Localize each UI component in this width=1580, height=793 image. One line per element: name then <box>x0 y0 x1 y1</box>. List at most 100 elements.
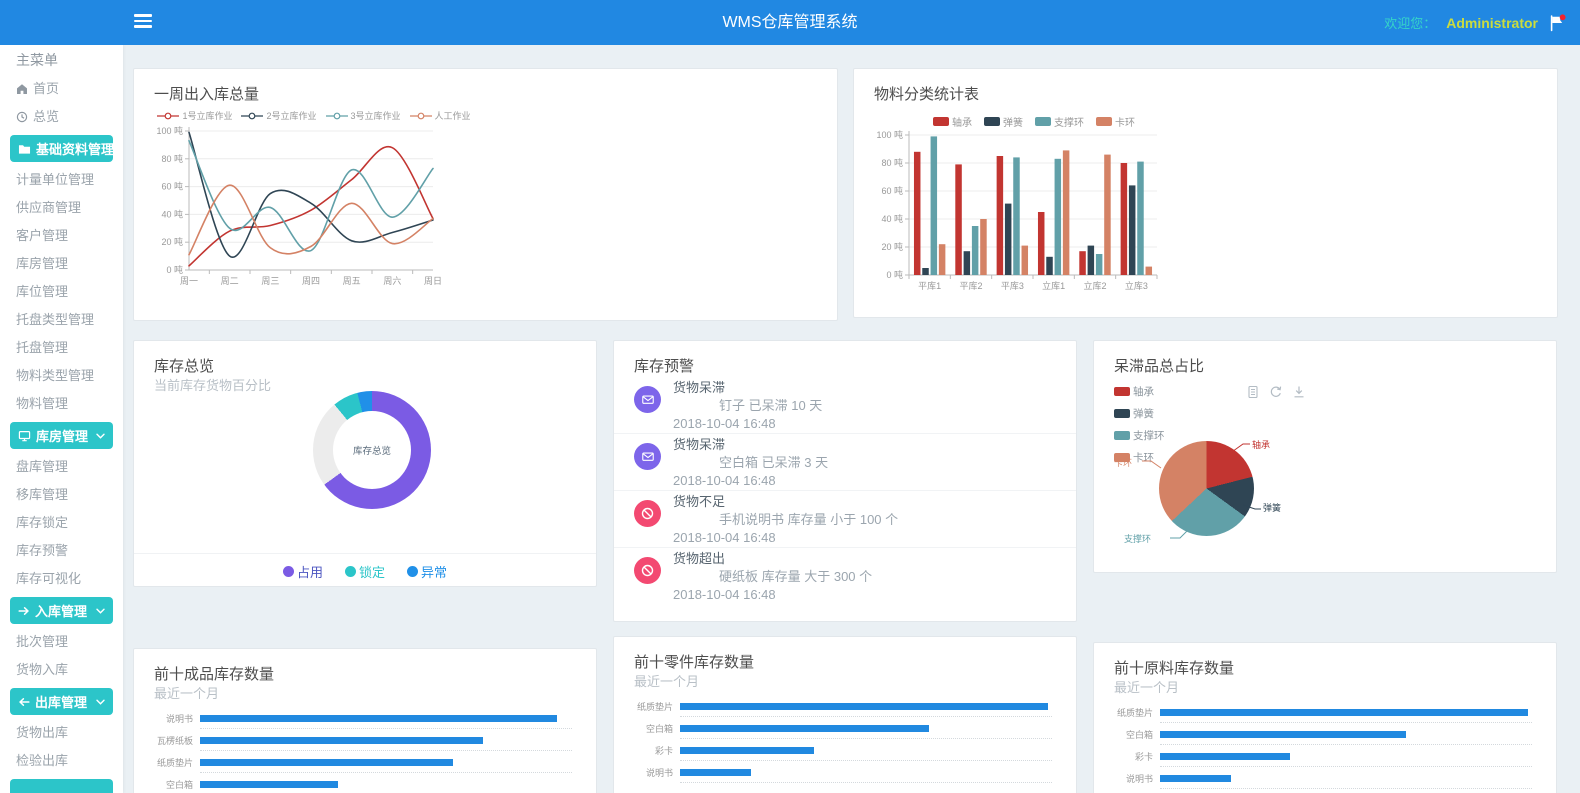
hbar-row-说明书: 说明书 <box>624 761 1076 783</box>
hbar-bar <box>680 703 1048 710</box>
notification-flag-icon[interactable] <box>1548 14 1566 32</box>
legend-label: 锁定 <box>359 562 385 581</box>
hbar-row-说明书: 说明书 <box>144 707 596 729</box>
hbar-row-彩卡: 彩卡 <box>624 739 1076 761</box>
svg-text:周二: 周二 <box>221 276 239 286</box>
material-stats-bar-chart: 0 吨20 吨40 吨60 吨80 吨100 吨平库1平库2平库3立库1立库2立… <box>869 127 1209 312</box>
download-icon[interactable] <box>1292 385 1306 399</box>
envelope-icon <box>634 386 661 413</box>
sidebar-item-托盘类型管理[interactable]: 托盘类型管理 <box>0 306 123 334</box>
card-subtitle: 最近一个月 <box>634 671 699 690</box>
hbar-label: 说明书 <box>144 712 200 725</box>
sidebar-item-托盘管理[interactable]: 托盘管理 <box>0 334 123 362</box>
svg-text:60 吨: 60 吨 <box>161 181 183 192</box>
sidebar-section-title: 库房管理 <box>36 426 88 445</box>
hbar-bar <box>1160 753 1290 760</box>
bar-marker-icon <box>1035 117 1051 126</box>
sidebar-item-库存预警[interactable]: 库存预警 <box>0 537 123 565</box>
sidebar-section-入库管理[interactable]: 入库管理 <box>10 597 113 624</box>
restore-icon[interactable] <box>1269 385 1283 399</box>
page-title: WMS仓库管理系统 <box>0 0 1580 45</box>
sidebar-section-出库管理[interactable]: 出库管理 <box>10 688 113 715</box>
sidebar-menu: 主菜单首页总览基础资料管理计量单位管理供应商管理客户管理库房管理库位管理托盘类型… <box>0 45 123 793</box>
donut-legend: 占用 锁定 异常 <box>134 562 596 581</box>
sidebar-section-title: 入库管理 <box>35 601 87 620</box>
alert-timestamp: 2018-10-04 16:48 <box>673 415 1076 433</box>
arrow-right-icon <box>18 605 30 617</box>
sidebar-item-库位管理[interactable]: 库位管理 <box>0 278 123 306</box>
sidebar-item-label: 物料类型管理 <box>16 362 94 390</box>
sidebar-item-label: 供应商管理 <box>16 194 81 222</box>
svg-text:40 吨: 40 吨 <box>881 213 903 224</box>
stagnant-pie-chart <box>1159 441 1254 536</box>
hbar-label: 瓦楞纸板 <box>144 734 200 747</box>
sidebar-item-计量单位管理[interactable]: 计量单位管理 <box>0 166 123 194</box>
sidebar-item-库房管理[interactable]: 库房管理 <box>0 250 123 278</box>
hbar-label: 说明书 <box>1104 772 1160 785</box>
sidebar-item-label: 库存锁定 <box>16 509 68 537</box>
card-top-raw: 前十原料库存数量 最近一个月 纸质垫片空白箱彩卡说明书 <box>1093 642 1557 793</box>
svg-text:周六: 周六 <box>383 275 401 286</box>
sidebar-item-货物入库[interactable]: 货物入库 <box>0 656 123 684</box>
alert-body: 货物呆滞空白箱 已呆滞 3 天2018-10-04 16:48 <box>673 434 1076 490</box>
sidebar-item-label: 库存预警 <box>16 537 68 565</box>
sidebar-section-基础资料管理[interactable]: 基础资料管理 <box>10 135 113 162</box>
sidebar-item-首页[interactable]: 首页 <box>0 75 123 103</box>
hbar-row-瓦楞纸板: 瓦楞纸板 <box>144 729 596 751</box>
sidebar-item-盘库管理[interactable]: 盘库管理 <box>0 453 123 481</box>
sidebar-section-title: 出库管理 <box>35 692 87 711</box>
sidebar-item-label: 托盘类型管理 <box>16 306 94 334</box>
sidebar-section-partial[interactable] <box>10 779 113 793</box>
ban-icon <box>634 500 661 527</box>
ban-icon <box>634 557 661 584</box>
legend-item-占用[interactable]: 占用 <box>283 562 323 581</box>
username[interactable]: Administrator <box>1446 15 1538 31</box>
pie-legend: 轴承弹簧支撑环卡环 <box>1114 384 1165 465</box>
card-title: 前十零件库存数量 <box>634 651 754 672</box>
sidebar-item-移库管理[interactable]: 移库管理 <box>0 481 123 509</box>
sidebar-item-库存锁定[interactable]: 库存锁定 <box>0 509 123 537</box>
card-inventory-overview: 库存总览 当前库存货物百分比 库存总览 占用锁定异常 <box>133 340 597 587</box>
alert-list: 货物呆滞钉子 已呆滞 10 天2018-10-04 16:48货物呆滞空白箱 已… <box>614 377 1076 605</box>
card-title: 前十原料库存数量 <box>1114 657 1234 678</box>
welcome-label: 欢迎您： <box>1384 13 1436 32</box>
legend-dot <box>345 566 356 577</box>
hbar-bar <box>680 725 929 732</box>
hbar-track <box>680 761 1052 783</box>
sidebar-item-总览[interactable]: 总览 <box>0 103 123 131</box>
sidebar-item-label: 物料管理 <box>16 390 68 418</box>
legend-dot <box>407 566 418 577</box>
sidebar-item-客户管理[interactable]: 客户管理 <box>0 222 123 250</box>
divider <box>134 553 596 554</box>
legend-label: 占用 <box>297 562 323 581</box>
legend-item-轴承[interactable]: 轴承 <box>1114 384 1165 399</box>
svg-text:立库2: 立库2 <box>1083 280 1106 291</box>
legend-item-弹簧[interactable]: 弹簧 <box>1114 406 1165 421</box>
hbar-label: 纸质垫片 <box>144 756 200 769</box>
svg-text:平库3: 平库3 <box>1001 280 1024 291</box>
hbar-track <box>1160 723 1532 745</box>
sidebar-item-批次管理[interactable]: 批次管理 <box>0 628 123 656</box>
sidebar-item-检验出库[interactable]: 检验出库 <box>0 747 123 775</box>
sidebar-item-物料类型管理[interactable]: 物料类型管理 <box>0 362 123 390</box>
sidebar-item-货物出库[interactable]: 货物出库 <box>0 719 123 747</box>
card-title: 库存预警 <box>634 355 694 376</box>
hbar-row-空白箱: 空白箱 <box>1104 723 1556 745</box>
alert-detail: 手机说明书 库存量 小于 100 个 <box>673 511 1076 529</box>
data-view-icon[interactable] <box>1246 385 1260 399</box>
sidebar-item-label: 盘库管理 <box>16 453 68 481</box>
hbar-track <box>1160 701 1532 723</box>
legend-item-异常[interactable]: 异常 <box>407 562 447 581</box>
legend-dot <box>283 566 294 577</box>
sidebar-item-物料管理[interactable]: 物料管理 <box>0 390 123 418</box>
envelope-icon <box>634 443 661 470</box>
sidebar-section-库房管理[interactable]: 库房管理 <box>10 422 113 449</box>
hbar-label: 彩卡 <box>1104 750 1160 763</box>
sidebar-section-label: 主菜单 <box>0 45 123 75</box>
sidebar-item-供应商管理[interactable]: 供应商管理 <box>0 194 123 222</box>
legend-item-锁定[interactable]: 锁定 <box>345 562 385 581</box>
sidebar-item-库存可视化[interactable]: 库存可视化 <box>0 565 123 593</box>
svg-text:100 吨: 100 吨 <box>876 129 903 140</box>
line-marker-icon <box>410 112 432 120</box>
legend-item-支撑环[interactable]: 支撑环 <box>1114 428 1165 443</box>
